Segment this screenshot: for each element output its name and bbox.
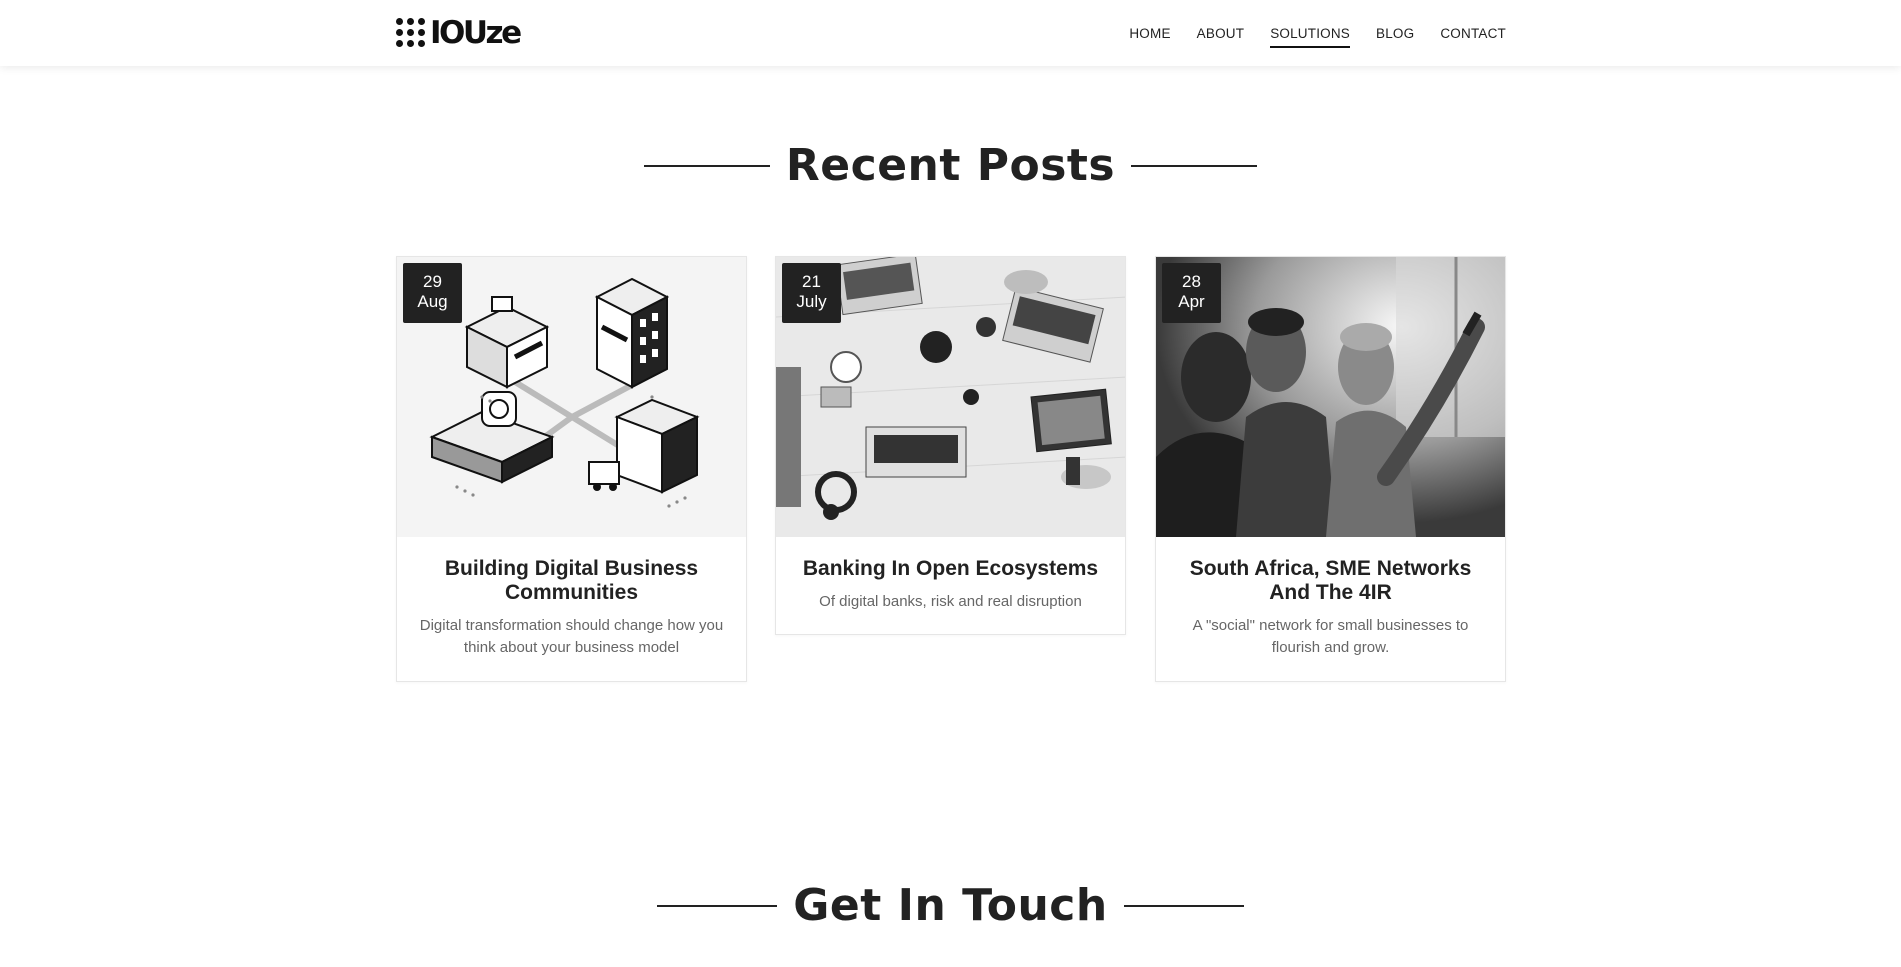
post-title[interactable]: Banking In Open Ecosystems [798, 557, 1103, 581]
post-image[interactable]: 28 Apr [1156, 257, 1505, 537]
date-month: Apr [1178, 292, 1205, 311]
post-body: Banking In Open Ecosystems Of digital ba… [776, 537, 1125, 635]
nav-solutions[interactable]: SOLUTIONS [1270, 22, 1350, 48]
site-header: IOUze HOME ABOUT SOLUTIONS BLOG CONTACT [0, 0, 1901, 66]
nav-blog[interactable]: BLOG [1376, 22, 1414, 45]
nav-contact[interactable]: CONTACT [1440, 22, 1506, 45]
date-badge: 28 Apr [1162, 263, 1221, 323]
post-title[interactable]: South Africa, SME Networks And The 4IR [1178, 557, 1483, 605]
post-description: Digital transformation should change how… [419, 617, 724, 656]
get-in-touch-title: Get In Touch [793, 880, 1108, 931]
post-description: Of digital banks, risk and real disrupti… [819, 593, 1082, 610]
post-card[interactable]: 29 Aug Building Digital Business Communi… [396, 256, 747, 682]
nav-home[interactable]: HOME [1129, 22, 1170, 45]
recent-posts-heading: Recent Posts [0, 140, 1901, 191]
post-body: Building Digital Business Communities Di… [397, 537, 746, 681]
post-image[interactable]: 29 Aug [397, 257, 746, 537]
logo-text: IOUze [430, 15, 522, 51]
heading-rule-left [643, 164, 770, 167]
post-description: A "social" network for small businesses … [1192, 617, 1469, 656]
get-in-touch-heading: Get In Touch [0, 880, 1901, 931]
date-day: 29 [423, 272, 442, 291]
date-month: Aug [417, 292, 448, 311]
post-card[interactable]: 21 July Banking In Open Ecosystems Of di… [775, 256, 1126, 635]
main-nav: HOME ABOUT SOLUTIONS BLOG CONTACT [1129, 0, 1506, 66]
date-day: 28 [1182, 272, 1201, 291]
recent-posts-title: Recent Posts [785, 140, 1116, 191]
post-title[interactable]: Building Digital Business Communities [419, 557, 724, 605]
heading-rule-left [657, 904, 778, 907]
logo[interactable]: IOUze [396, 15, 522, 51]
logo-dots-icon [396, 18, 426, 48]
post-card[interactable]: 28 Apr South Africa, SME Networks And Th… [1155, 256, 1506, 682]
heading-rule-right [1131, 164, 1258, 167]
date-badge: 29 Aug [403, 263, 462, 323]
heading-rule-right [1123, 904, 1244, 907]
post-body: South Africa, SME Networks And The 4IR A… [1156, 537, 1505, 681]
date-day: 21 [802, 272, 821, 291]
date-month: July [796, 292, 827, 311]
nav-about[interactable]: ABOUT [1197, 22, 1245, 45]
date-badge: 21 July [782, 263, 841, 323]
post-image[interactable]: 21 July [776, 257, 1125, 537]
recent-posts-grid: 29 Aug Building Digital Business Communi… [396, 256, 1506, 682]
